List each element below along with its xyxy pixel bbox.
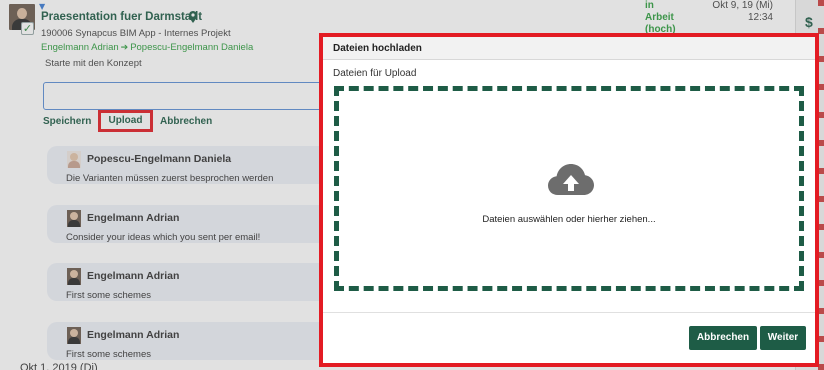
task-time-text: 12:34 — [747, 12, 773, 23]
task-to: Popescu-Engelmann Daniela — [130, 42, 254, 53]
dollar-icon[interactable]: $ — [805, 14, 813, 30]
status-line-1: in — [645, 0, 654, 11]
cancel-button[interactable]: Abbrechen — [160, 116, 212, 127]
comment-item: Popescu-Engelmann Daniela Die Varianten … — [47, 146, 337, 184]
comment-text: Consider your ideas which you sent per e… — [66, 232, 261, 243]
file-dropzone[interactable]: Dateien auswählen oder hierher ziehen... — [334, 86, 804, 291]
comment-author: Engelmann Adrian — [87, 212, 180, 224]
task-project: 190006 Synapcus BIM App - Internes Proje… — [41, 28, 231, 39]
dropzone-text: Dateien auswählen oder hierher ziehen... — [482, 214, 656, 225]
modal-divider — [323, 312, 815, 313]
comment-author: Engelmann Adrian — [87, 329, 180, 341]
checkmark-icon[interactable]: ✓ — [21, 22, 34, 35]
modal-cancel-button[interactable]: Abbrechen — [689, 326, 757, 350]
task-date-text: Okt 9, 19 (Mi) — [712, 0, 773, 11]
comment-author: Popescu-Engelmann Daniela — [87, 153, 232, 165]
task-description: Starte mit den Konzept — [45, 58, 142, 69]
comment-item: Engelmann Adrian First some schemes — [47, 263, 337, 301]
avatar — [67, 151, 81, 168]
modal-header: Dateien hochladen — [323, 37, 815, 60]
cloud-upload-icon — [548, 164, 594, 195]
map-pin-icon — [189, 11, 197, 23]
avatar — [67, 327, 81, 344]
caret-down-icon[interactable]: ▼ — [39, 2, 45, 11]
next-date-header: Okt 1, 2019 (Di) — [20, 362, 98, 370]
task-title[interactable]: Praesentation fuer Darmstadt — [41, 11, 202, 23]
comment-input[interactable] — [43, 82, 333, 110]
comment-text: First some schemes — [66, 290, 151, 301]
status-line-2: Arbeit — [645, 12, 674, 23]
comment-text: First some schemes — [66, 349, 151, 360]
comment-text: Die Varianten müssen zuerst besprochen w… — [66, 173, 274, 184]
comment-item: Engelmann Adrian Consider your ideas whi… — [47, 205, 337, 243]
comment-item: Engelmann Adrian First some schemes — [47, 322, 337, 360]
avatar — [67, 210, 81, 227]
upload-button[interactable]: Upload — [98, 110, 153, 132]
task-date: Okt 9, 19 (Mi) 12:34 — [700, 0, 773, 24]
task-from: Engelmann Adrian — [41, 42, 119, 53]
comment-author: Engelmann Adrian — [87, 270, 180, 282]
upload-field-label: Dateien für Upload — [333, 68, 417, 79]
task-assignment: Engelmann Adrian ➔ Popescu-Engelmann Danie… — [41, 42, 253, 53]
modal-next-button[interactable]: Weiter — [760, 326, 806, 350]
arrow-right-icon: ➔ — [120, 43, 129, 53]
avatar — [67, 268, 81, 285]
upload-modal: Dateien hochladen Dateien für Upload Dat… — [319, 33, 819, 367]
modal-title: Dateien hochladen — [333, 43, 422, 54]
save-button[interactable]: Speichern — [43, 116, 91, 127]
status-badge: in Arbeit (hoch) — [645, 0, 705, 36]
